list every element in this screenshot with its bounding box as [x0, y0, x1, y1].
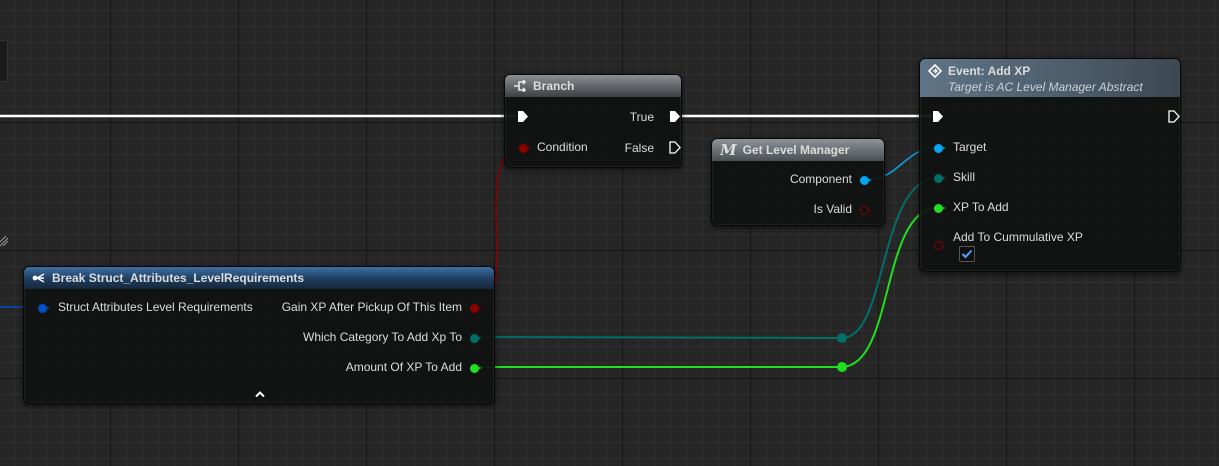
- resize-grip-icon[interactable]: [0, 232, 8, 246]
- category-pin[interactable]: [470, 334, 482, 343]
- event-subtitle: Target is AC Level Manager Abstract: [948, 80, 1143, 94]
- cumulative-checkbox[interactable]: [959, 246, 975, 262]
- wire-reroute-byte[interactable]: [837, 333, 847, 343]
- wire-reroute-int[interactable]: [837, 362, 847, 372]
- struct-input-pin[interactable]: [38, 304, 50, 313]
- branch-true-label: True: [629, 110, 654, 124]
- amount-pin[interactable]: [470, 364, 482, 373]
- gain-xp-label: Gain XP After Pickup Of This Item: [281, 300, 462, 314]
- cumulative-pin[interactable]: [934, 241, 945, 250]
- is-valid-label: Is Valid: [813, 202, 852, 216]
- event-add-xp-node[interactable]: Event: Add XP Target is AC Level Manager…: [919, 58, 1181, 272]
- branch-false-label: False: [624, 141, 654, 155]
- event-icon: [928, 64, 942, 78]
- condition-pin[interactable]: [519, 144, 531, 153]
- skill-label: Skill: [953, 170, 976, 184]
- break-struct-header[interactable]: Break Struct_Attributes_LevelRequirement…: [24, 267, 494, 289]
- category-label: Which Category To Add Xp To: [303, 330, 462, 344]
- branch-node[interactable]: Branch True Condition False: [504, 74, 682, 168]
- break-struct-title: Break Struct_Attributes_LevelRequirement…: [52, 271, 305, 285]
- xp-to-add-pin[interactable]: [934, 204, 946, 213]
- branch-title: Branch: [533, 79, 575, 93]
- xp-to-add-label: XP To Add: [953, 200, 1009, 214]
- condition-label: Condition: [537, 140, 588, 154]
- break-struct-icon: [32, 272, 46, 284]
- skill-pin[interactable]: [934, 174, 946, 183]
- offscreen-node-edge[interactable]: [0, 40, 8, 82]
- struct-input-label: Struct Attributes Level Requirements: [58, 300, 253, 314]
- get-level-manager-node[interactable]: M Get Level Manager Component Is Valid: [711, 138, 885, 226]
- component-label: Component: [789, 172, 852, 186]
- function-icon: M: [720, 141, 737, 159]
- get-level-manager-header[interactable]: M Get Level Manager: [712, 139, 884, 161]
- target-pin[interactable]: [934, 144, 946, 153]
- is-valid-pin[interactable]: [860, 206, 871, 215]
- int-wire-xp: [479, 206, 939, 368]
- checkmark-icon: [961, 249, 973, 259]
- event-header[interactable]: Event: Add XP Target is AC Level Manager…: [920, 59, 1180, 97]
- target-label: Target: [953, 140, 987, 154]
- chevron-up-icon[interactable]: [254, 385, 266, 403]
- event-title: Event: Add XP: [948, 64, 1031, 78]
- component-pin[interactable]: [860, 176, 872, 185]
- amount-label: Amount Of XP To Add: [345, 360, 462, 374]
- cumulative-label: Add To Cummulative XP: [953, 230, 1083, 244]
- branch-header[interactable]: Branch: [505, 75, 681, 97]
- break-struct-node[interactable]: Break Struct_Attributes_LevelRequirement…: [23, 266, 495, 404]
- get-level-manager-title: Get Level Manager: [742, 143, 850, 157]
- gain-xp-pin[interactable]: [470, 304, 482, 313]
- branch-icon: [513, 80, 527, 92]
